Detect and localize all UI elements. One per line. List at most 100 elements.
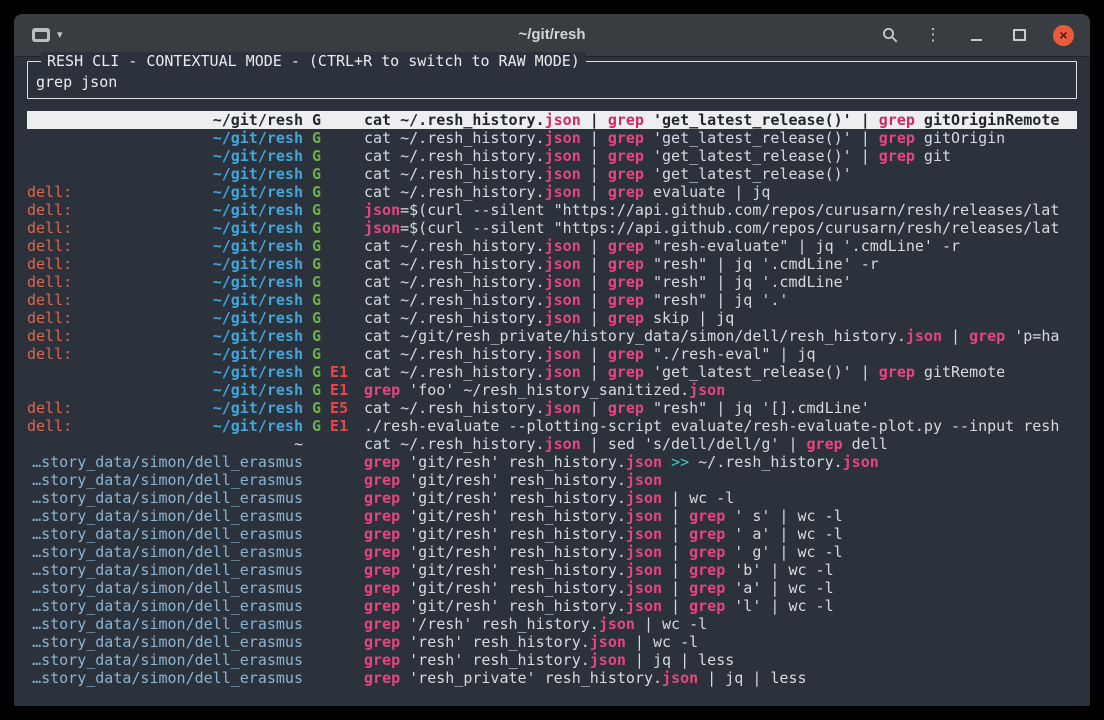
search-button[interactable] — [881, 14, 899, 56]
match-highlight: grep — [608, 273, 644, 291]
history-row[interactable]: …story_data/simon/dell_erasmusgrep 'git/… — [27, 525, 1077, 543]
flags-cell — [303, 579, 364, 597]
history-row[interactable]: …story_data/simon/dell_erasmusgrep 'git/… — [27, 579, 1077, 597]
host-label: dell: — [27, 417, 72, 435]
git-flag: G — [312, 129, 321, 147]
match-highlight: grep — [364, 453, 400, 471]
match-highlight: grep — [364, 381, 400, 399]
git-flag: G — [312, 255, 321, 273]
history-row[interactable]: dell:~/git/reshGcat ~/.resh_history.json… — [27, 183, 1077, 201]
command-text: grep 'git/resh' resh_history.json | grep… — [364, 507, 1077, 525]
close-button[interactable]: × — [1053, 25, 1074, 46]
directory-label: ~/git/resh — [213, 111, 303, 129]
command-text: grep 'resh_private' resh_history.json | … — [364, 669, 1077, 687]
history-row[interactable]: …story_data/simon/dell_erasmusgrep 'git/… — [27, 471, 1077, 489]
titlebar[interactable]: ▾ ~/git/resh ⋮ × — [14, 14, 1090, 57]
directory-label: ~/git/resh — [213, 201, 303, 219]
directory-label: ~/git/resh — [213, 147, 303, 165]
history-row[interactable]: ~/git/reshG E1grep 'foo' ~/resh_history_… — [27, 381, 1077, 399]
match-highlight: grep — [364, 471, 400, 489]
history-row[interactable]: ~/git/reshGcat ~/.resh_history.json | gr… — [27, 165, 1077, 183]
host-label: dell: — [27, 255, 72, 273]
command-text: grep 'git/resh' resh_history.json | grep… — [364, 597, 1077, 615]
new-terminal-button[interactable]: ▾ — [32, 14, 63, 56]
flags-cell: G — [303, 255, 364, 273]
host-directory-cell: dell:~/git/resh — [27, 309, 303, 327]
history-row[interactable]: dell:~/git/reshGcat ~/.resh_history.json… — [27, 291, 1077, 309]
command-text: cat ~/.resh_history.json | sed 's/dell/d… — [364, 435, 1077, 453]
host-directory-cell: ~/git/resh — [27, 111, 303, 129]
history-row[interactable]: dell:~/git/reshG E5cat ~/.resh_history.j… — [27, 399, 1077, 417]
history-row[interactable]: ~cat ~/.resh_history.json | sed 's/dell/… — [27, 435, 1077, 453]
history-row[interactable]: …story_data/simon/dell_erasmusgrep 'git/… — [27, 543, 1077, 561]
flags-cell — [303, 597, 364, 615]
history-row[interactable]: ~/git/reshGcat ~/.resh_history.json | gr… — [27, 147, 1077, 165]
directory-label: …story_data/simon/dell_erasmus — [32, 471, 303, 489]
history-row[interactable]: …story_data/simon/dell_erasmusgrep 'resh… — [27, 669, 1077, 687]
flags-cell — [303, 633, 364, 651]
match-highlight: json — [662, 669, 698, 687]
match-highlight: json — [545, 129, 581, 147]
history-row[interactable]: dell:~/git/reshGcat ~/git/resh_private/h… — [27, 327, 1077, 345]
match-highlight: json — [626, 543, 662, 561]
history-row[interactable]: …story_data/simon/dell_erasmusgrep 'resh… — [27, 633, 1077, 651]
match-highlight: json — [626, 597, 662, 615]
history-row[interactable]: dell:~/git/reshGcat ~/.resh_history.json… — [27, 273, 1077, 291]
match-highlight: json — [545, 363, 581, 381]
history-row[interactable]: dell:~/git/reshGcat ~/.resh_history.json… — [27, 309, 1077, 327]
history-row[interactable]: …story_data/simon/dell_erasmusgrep '/res… — [27, 615, 1077, 633]
history-row[interactable]: dell:~/git/reshGjson=$(curl --silent "ht… — [27, 201, 1077, 219]
match-highlight: json — [545, 255, 581, 273]
git-flag: G — [312, 381, 321, 399]
history-row[interactable]: …story_data/simon/dell_erasmusgrep 'git/… — [27, 489, 1077, 507]
menu-button[interactable]: ⋮ — [924, 14, 942, 56]
kebab-menu-icon: ⋮ — [925, 25, 942, 45]
command-text: ./resh-evaluate --plotting-script evalua… — [364, 417, 1077, 435]
exit-status-flag: E1 — [321, 363, 348, 381]
history-row[interactable]: dell:~/git/reshG E1./resh-evaluate --plo… — [27, 417, 1077, 435]
host-directory-cell: …story_data/simon/dell_erasmus — [27, 453, 303, 471]
host-directory-cell: dell:~/git/resh — [27, 417, 303, 435]
git-flag: G — [312, 417, 321, 435]
directory-label: ~/git/resh — [213, 381, 303, 399]
history-row[interactable]: ~/git/resh G E1 cat ~/.resh_history.json |… — [27, 363, 1077, 381]
host-directory-cell: ~/git/resh — [27, 363, 303, 381]
match-highlight: grep — [364, 489, 400, 507]
flags-cell: G E1 — [303, 381, 364, 399]
command-text: cat ~/.resh_history.json | grep 'get_lat… — [364, 111, 1077, 129]
match-highlight: grep — [608, 255, 644, 273]
match-highlight: grep — [608, 309, 644, 327]
history-row[interactable]: dell:~/git/reshGcat ~/.resh_history.json… — [27, 255, 1077, 273]
minimize-button[interactable] — [967, 14, 985, 56]
match-highlight: grep — [689, 543, 725, 561]
history-row[interactable]: …story_data/simon/dell_erasmusgrep 'git/… — [27, 453, 1077, 471]
directory-label: ~/git/resh — [213, 399, 303, 417]
history-row[interactable]: dell:~/git/reshGcat ~/.resh_history.json… — [27, 237, 1077, 255]
flags-cell: G — [303, 309, 364, 327]
git-flag: G — [312, 363, 321, 381]
command-text: cat ~/.resh_history.json | grep 'get_lat… — [364, 363, 1077, 381]
git-flag: G — [312, 309, 321, 327]
git-flag: G — [312, 345, 321, 363]
host-directory-cell: dell:~/git/resh — [27, 327, 303, 345]
git-flag: G — [312, 399, 321, 417]
history-row[interactable]: …story_data/simon/dell_erasmusgrep 'git/… — [27, 507, 1077, 525]
search-query-input[interactable]: grep json — [36, 73, 1068, 91]
command-text: cat ~/.resh_history.json | grep "resh-ev… — [364, 237, 1077, 255]
restore-button[interactable] — [1010, 14, 1028, 56]
match-highlight: json — [364, 219, 400, 237]
flags-cell: G — [303, 201, 364, 219]
history-row[interactable]: …story_data/simon/dell_erasmusgrep 'git/… — [27, 561, 1077, 579]
history-row[interactable]: dell:~/git/reshGcat ~/.resh_history.json… — [27, 345, 1077, 363]
history-row-selected[interactable]: ~/git/reshGcat ~/.resh_history.json | gr… — [27, 111, 1077, 129]
directory-label: ~/git/resh — [213, 327, 303, 345]
history-row[interactable]: ~/git/reshGcat ~/.resh_history.json | gr… — [27, 129, 1077, 147]
match-highlight: json — [599, 615, 635, 633]
history-row[interactable]: …story_data/simon/dell_erasmusgrep 'git/… — [27, 597, 1077, 615]
match-highlight: grep — [608, 183, 644, 201]
host-directory-cell: …story_data/simon/dell_erasmus — [27, 579, 303, 597]
flags-cell: G E5 — [303, 399, 364, 417]
history-row[interactable]: …story_data/simon/dell_erasmusgrep 'resh… — [27, 651, 1077, 669]
flags-cell — [303, 561, 364, 579]
history-row[interactable]: dell:~/git/reshGjson=$(curl --silent "ht… — [27, 219, 1077, 237]
